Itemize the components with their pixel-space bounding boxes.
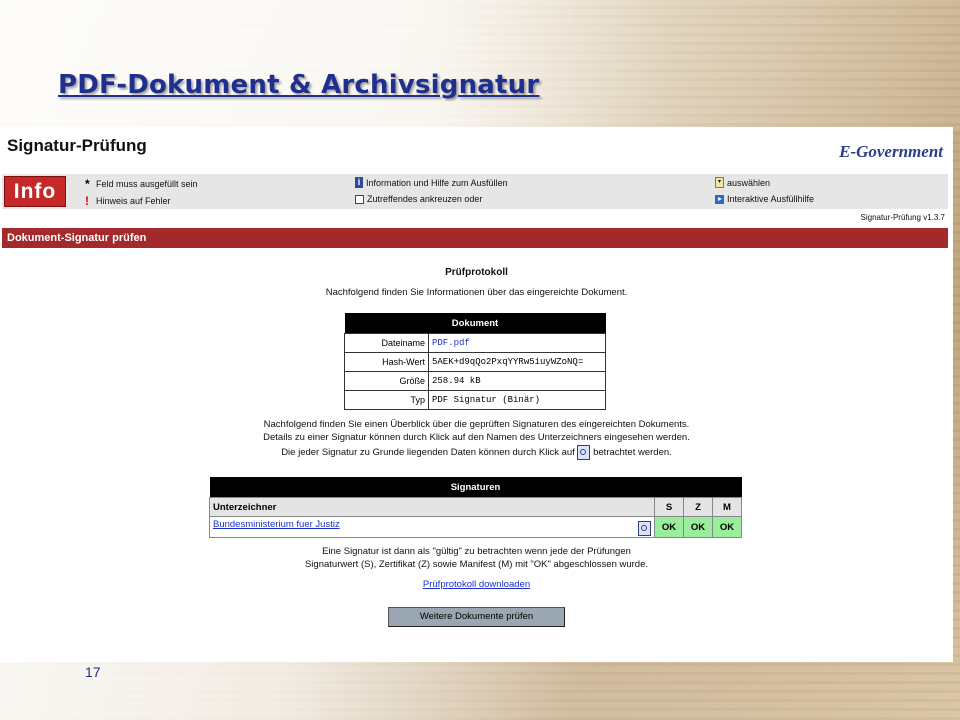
signatures-table: Signaturen Unterzeichner S Z M Bundesmin…: [209, 477, 742, 538]
column-header: Unterzeichner: [209, 497, 655, 517]
magnifier-icon: [577, 445, 591, 460]
footer-backdrop: [0, 662, 960, 720]
legend-info: i Information und Hilfe zum Ausfüllen: [355, 177, 508, 188]
info-icon: i: [355, 177, 363, 188]
legend-interactive-help: Interaktive Ausfüllhilfe: [715, 194, 814, 204]
column-header: M: [712, 497, 742, 517]
table-row: Hash-Wert 5AEK+d9qQo2PxqYYRw5iuyWZoNQ=: [344, 352, 606, 372]
document-value: 258.94 kB: [428, 371, 606, 391]
document-table: Dokument Dateiname PDF.pdf Hash-Wert 5AE…: [344, 313, 606, 410]
status-z: OK: [683, 516, 713, 538]
table-row: Bundesministerium fuer Justiz OK OK OK: [209, 516, 742, 538]
column-header: Z: [683, 497, 713, 517]
status-s: OK: [654, 516, 684, 538]
table-row: Dateiname PDF.pdf: [344, 333, 606, 353]
legend-select: ▾ auswählen: [715, 177, 770, 188]
legend-required: * Feld muss ausgefüllt sein: [85, 177, 198, 191]
document-value: PDF.pdf: [428, 333, 606, 353]
column-header: S: [654, 497, 684, 517]
title-backdrop: [0, 0, 960, 130]
exclamation-icon: !: [85, 194, 89, 208]
document-table-header: Dokument: [344, 313, 606, 334]
check-more-documents-button[interactable]: Weitere Dokumente prüfen: [388, 607, 565, 627]
version-label: Signatur-Prüfung v1.3.7: [860, 213, 946, 222]
legend-label: Zutreffendes ankreuzen oder: [367, 194, 483, 204]
legend-label: Interaktive Ausfüllhilfe: [727, 194, 815, 204]
download-protocol-link[interactable]: Prüfprotokoll downloaden: [423, 579, 530, 590]
table-header-row: Unterzeichner S Z M: [209, 497, 742, 517]
document-key: Hash-Wert: [344, 352, 429, 372]
document-value: 5AEK+d9qQo2PxqYYRw5iuyWZoNQ=: [428, 352, 606, 372]
overview-line-3: Die jeder Signatur zu Grunde liegenden D…: [0, 445, 953, 460]
asterisk-icon: *: [85, 177, 90, 191]
page-number: 17: [85, 664, 101, 680]
egovernment-logo: E-Government: [839, 142, 943, 161]
info-legend-bar: Info * Feld muss ausgefüllt sein ! Hinwe…: [2, 174, 948, 209]
legend-label: Feld muss ausgefüllt sein: [96, 179, 198, 189]
document-key: Typ: [344, 390, 429, 410]
legend-label: Hinweis auf Fehler: [96, 196, 171, 206]
validity-note-line-2: Signaturwert (S), Zertifikat (Z) sowie M…: [304, 559, 649, 570]
select-icon: ▾: [715, 177, 724, 188]
download-row: Prüfprotokoll downloaden: [0, 579, 953, 590]
checkbox-icon: [355, 194, 364, 204]
document-value: PDF Signatur (Binär): [428, 390, 606, 410]
legend-label: auswählen: [727, 177, 771, 188]
info-logo: Info: [4, 176, 66, 207]
signer-link[interactable]: Bundesministerium fuer Justiz: [213, 519, 340, 530]
overview-text: Die jeder Signatur zu Grunde liegenden D…: [281, 447, 575, 459]
protocol-title: Prüfprotokoll: [445, 267, 508, 278]
overview-line-1: Nachfolgend finden Sie einen Überblick ü…: [263, 419, 690, 430]
legend-checkbox: Zutreffendes ankreuzen oder: [355, 194, 482, 204]
table-row: Typ PDF Signatur (Binär): [344, 390, 606, 410]
document-key: Dateiname: [344, 333, 429, 353]
validity-note-line-1: Eine Signatur ist dann als "gültig" zu b…: [322, 546, 631, 557]
legend-label: Information und Hilfe zum Ausfüllen: [366, 177, 508, 188]
signature-check-screenshot: Signatur-Prüfung E-Government Info * Fel…: [0, 127, 953, 662]
signatures-table-header: Signaturen: [209, 477, 742, 498]
signer-cell: Bundesministerium fuer Justiz: [209, 516, 655, 538]
document-key: Größe: [344, 371, 429, 391]
section-bar: Dokument-Signatur prüfen: [2, 228, 948, 248]
legend-error: ! Hinweis auf Fehler: [85, 194, 171, 208]
status-m: OK: [712, 516, 742, 538]
table-row: Größe 258.94 kB: [344, 371, 606, 391]
overview-line-2: Details zu einer Signatur können durch K…: [263, 432, 690, 443]
magnifier-icon[interactable]: [638, 520, 651, 536]
overview-text: betrachtet werden.: [593, 447, 672, 459]
protocol-intro: Nachfolgend finden Sie Informationen übe…: [325, 287, 628, 298]
play-icon: [715, 194, 724, 204]
page-heading: Signatur-Prüfung: [7, 136, 147, 155]
slide-title: PDF-Dokument & Archivsignatur: [58, 70, 540, 100]
